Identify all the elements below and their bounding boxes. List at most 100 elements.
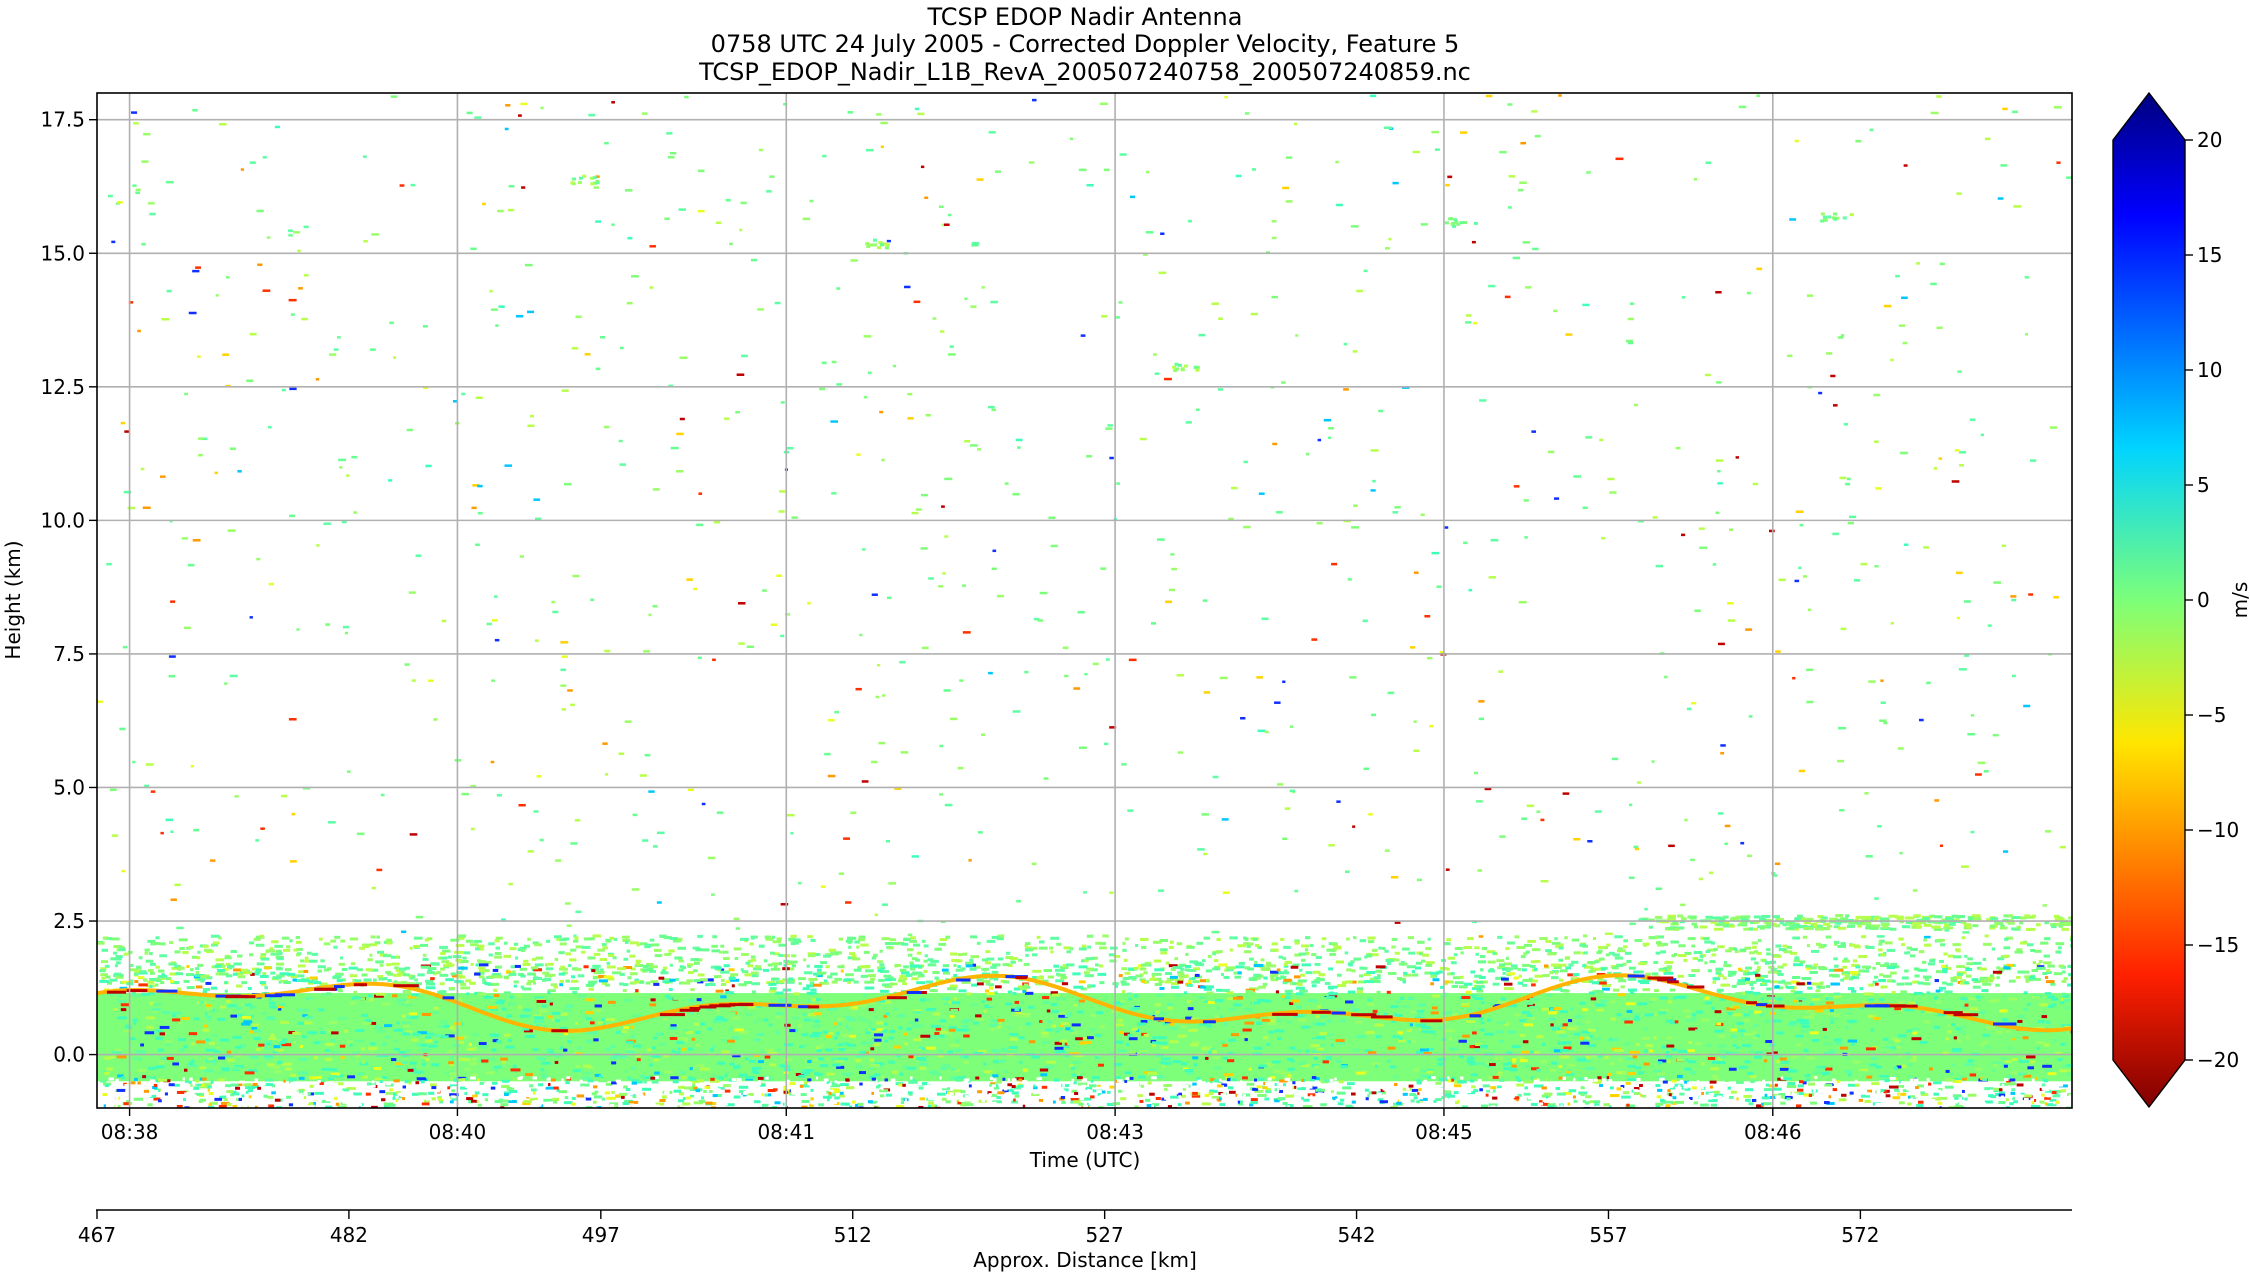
- echo-cluster: [865, 242, 870, 246]
- echo-cell: [1730, 1028, 1738, 1032]
- echo-cell: [1974, 1067, 1983, 1071]
- echo-fringe: [806, 964, 810, 968]
- echo-speckle: [1145, 170, 1150, 174]
- echo-cell: [876, 1021, 883, 1025]
- echo-cell: [1273, 1069, 1282, 1073]
- echo-speckle: [649, 286, 654, 289]
- echo-cell: [1191, 976, 1196, 980]
- elevated-layer: [1826, 927, 1831, 931]
- echo-speckle: [877, 663, 881, 667]
- echo-cell: [1422, 1023, 1427, 1027]
- echo-fringe: [1811, 949, 1820, 953]
- echo-cell: [1386, 990, 1391, 994]
- echo-fringe: [2032, 961, 2036, 965]
- echo-cell: [404, 966, 411, 970]
- echo-fringe: [1095, 941, 1102, 945]
- echo-speckle: [820, 885, 826, 888]
- echo-speckle: [406, 428, 413, 432]
- echo-fringe: [889, 938, 897, 942]
- echo-cell: [1523, 1023, 1534, 1027]
- echo-fringe: [318, 937, 323, 941]
- echo-cell: [722, 1084, 731, 1088]
- echo-cell: [301, 1035, 307, 1039]
- echo-speckle: [1507, 103, 1513, 106]
- echo-cell: [610, 1044, 616, 1048]
- elevated-layer: [1990, 917, 1999, 921]
- echo-speckle: [315, 378, 320, 381]
- echo-cell: [1676, 1074, 1683, 1078]
- echo-fringe: [1262, 982, 1268, 986]
- echo-fringe: [510, 965, 515, 969]
- echo-speckle: [988, 405, 995, 409]
- echo-cell: [2011, 1057, 2018, 1061]
- echo-fringe: [413, 944, 420, 948]
- echo-speckle: [127, 506, 136, 510]
- echo-speckle: [878, 741, 886, 745]
- elevated-layer: [1713, 927, 1724, 931]
- echo-speckle: [1901, 296, 1908, 300]
- echo-cell: [547, 991, 551, 995]
- echo-fringe: [879, 963, 885, 967]
- echo-speckle: [994, 170, 1002, 173]
- echo-cell: [2041, 1083, 2046, 1087]
- echo-cell: [420, 1048, 429, 1052]
- echo-fringe: [860, 974, 868, 978]
- echo-speckle: [738, 642, 745, 645]
- echo-speckle: [540, 106, 544, 110]
- echo-fringe: [1153, 959, 1162, 963]
- echo-speckle: [870, 760, 878, 764]
- echo-cell: [893, 1045, 901, 1049]
- echo-fringe: [494, 965, 502, 969]
- echo-cell: [202, 988, 211, 992]
- echo-cell: [1340, 1065, 1348, 1069]
- echo-fringe: [1243, 950, 1252, 954]
- echo-speckle: [666, 132, 673, 135]
- echo-cell: [1067, 1042, 1077, 1046]
- echo-fringe: [624, 941, 629, 945]
- echo-cell: [1549, 971, 1554, 975]
- echo-cell: [594, 1090, 599, 1094]
- echo-cell: [2017, 1019, 2023, 1023]
- echo-cell: [156, 1065, 165, 1069]
- echo-fringe: [606, 939, 611, 943]
- echo-cell: [1546, 993, 1552, 997]
- echo-speckle: [296, 628, 300, 631]
- echo-fringe: [791, 964, 796, 968]
- echo-speckle: [1387, 691, 1395, 695]
- echo-speckle: [1699, 546, 1708, 549]
- echo-fringe: [1506, 941, 1515, 945]
- echo-cell: [838, 1048, 846, 1052]
- echo-fringe: [1880, 953, 1886, 957]
- elevated-layer: [1913, 914, 1921, 918]
- echo-fringe: [1260, 958, 1265, 962]
- echo-cell: [190, 1008, 198, 1012]
- echo-speckle: [351, 455, 358, 459]
- echo-speckle: [371, 886, 376, 890]
- echo-fringe: [581, 945, 591, 949]
- elevated-layer: [1967, 917, 1974, 921]
- echo-cell: [2005, 1029, 2011, 1033]
- echo-speckle: [1724, 824, 1731, 828]
- echo-speckle: [508, 882, 513, 886]
- echo-cell: [858, 1013, 864, 1017]
- echo-cell: [1665, 1050, 1670, 1054]
- echo-fringe: [909, 961, 914, 965]
- echo-speckle: [1664, 675, 1668, 679]
- echo-speckle: [1629, 803, 1633, 807]
- echo-speckle: [1478, 717, 1484, 721]
- echo-fringe: [534, 943, 543, 947]
- echo-fringe: [1828, 973, 1838, 977]
- echo-cell: [386, 963, 392, 967]
- echo-fringe: [1634, 939, 1643, 943]
- echo-fringe: [1534, 959, 1541, 963]
- echo-speckle: [863, 395, 868, 399]
- echo-cell: [1160, 1041, 1167, 1045]
- echo-speckle: [850, 259, 858, 262]
- echo-speckle: [737, 602, 746, 605]
- echo-speckle: [1655, 564, 1664, 568]
- echo-fringe: [1557, 963, 1567, 967]
- echo-cell: [2016, 1083, 2024, 1087]
- echo-cell: [874, 1043, 880, 1047]
- echo-speckle: [393, 356, 397, 359]
- echo-cell: [1438, 970, 1443, 974]
